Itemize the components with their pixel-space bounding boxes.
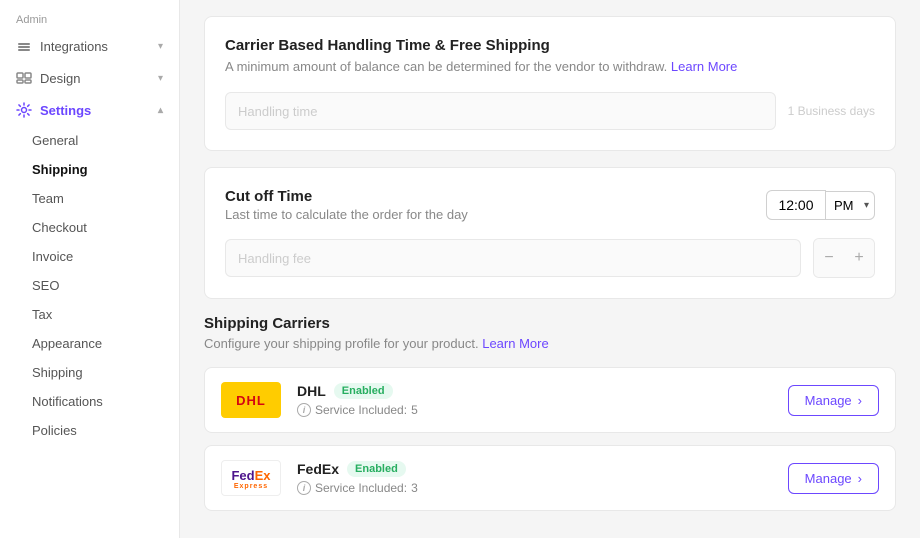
fee-minus-button[interactable]: − xyxy=(814,239,844,277)
fedex-name-row: FedEx Enabled xyxy=(297,461,772,477)
sidebar-item-appearance[interactable]: Appearance xyxy=(0,329,179,358)
fee-counter: − + xyxy=(813,238,875,278)
sidebar-item-design[interactable]: Design ▾ xyxy=(0,62,179,94)
dhl-service-info: i Service Included: 5 xyxy=(297,403,772,417)
chevron-right-icon-fedex: › xyxy=(858,471,862,486)
info-icon-dhl: i xyxy=(297,403,311,417)
sidebar-item-checkout[interactable]: Checkout xyxy=(0,213,179,242)
cutoff-info: Cut off Time Last time to calculate the … xyxy=(225,188,468,222)
sidebar-item-policies[interactable]: Policies xyxy=(0,416,179,445)
settings-submenu: General Shipping Team Checkout Invoice S… xyxy=(0,126,179,445)
fedex-name: FedEx xyxy=(297,461,339,477)
handling-time-hint: 1 Business days xyxy=(788,104,875,118)
sidebar-item-tax[interactable]: Tax xyxy=(0,300,179,329)
handling-time-input[interactable]: Handling time xyxy=(225,92,776,130)
dhl-manage-button[interactable]: Manage › xyxy=(788,385,879,416)
cutoff-section: Cut off Time Last time to calculate the … xyxy=(204,167,896,299)
fedex-manage-button[interactable]: Manage › xyxy=(788,463,879,494)
sidebar-item-design-label: Design xyxy=(40,71,80,86)
main-content: Carrier Based Handling Time & Free Shipp… xyxy=(180,0,920,538)
sidebar: Admin Integrations ▾ Design ▾ Settings ▴… xyxy=(0,0,180,538)
sidebar-item-shipping2[interactable]: Shipping xyxy=(0,358,179,387)
dhl-status-badge: Enabled xyxy=(334,383,393,399)
dhl-name-row: DHL Enabled xyxy=(297,383,772,399)
fedex-logo: FedEx Express xyxy=(221,460,281,496)
handling-fee-input[interactable]: Handling fee xyxy=(225,239,801,277)
sidebar-item-general[interactable]: General xyxy=(0,126,179,155)
sidebar-admin-label: Admin xyxy=(0,8,179,30)
dhl-logo: DHL xyxy=(221,382,281,418)
carriers-section: Shipping Carriers Configure your shippin… xyxy=(204,315,896,511)
time-selector: PM AM xyxy=(766,190,875,220)
cutoff-title: Cut off Time xyxy=(225,188,468,205)
fedex-status-badge: Enabled xyxy=(347,461,406,477)
handling-section: Carrier Based Handling Time & Free Shipp… xyxy=(204,16,896,151)
fee-plus-button[interactable]: + xyxy=(844,239,874,277)
fedex-service-info: i Service Included: 3 xyxy=(297,481,772,495)
handling-section-title: Carrier Based Handling Time & Free Shipp… xyxy=(225,37,875,54)
cutoff-row: Cut off Time Last time to calculate the … xyxy=(225,188,875,222)
carriers-desc: Configure your shipping profile for your… xyxy=(204,336,896,351)
chevron-down-icon-design: ▾ xyxy=(158,73,163,84)
chevron-right-icon-dhl: › xyxy=(858,393,862,408)
sidebar-item-settings-label: Settings xyxy=(40,103,91,118)
dhl-info: DHL Enabled i Service Included: 5 xyxy=(297,383,772,417)
fedex-info: FedEx Enabled i Service Included: 3 xyxy=(297,461,772,495)
sidebar-item-integrations-label: Integrations xyxy=(40,39,108,54)
cutoff-desc: Last time to calculate the order for the… xyxy=(225,207,468,222)
handling-section-desc: A minimum amount of balance can be deter… xyxy=(225,58,875,76)
handling-time-row: Handling time 1 Business days xyxy=(225,92,875,130)
sidebar-item-settings[interactable]: Settings ▴ xyxy=(0,94,179,126)
info-icon-fedex: i xyxy=(297,481,311,495)
carriers-title: Shipping Carriers xyxy=(204,315,896,332)
chevron-down-icon: ▾ xyxy=(158,41,163,52)
design-icon xyxy=(16,70,32,86)
handling-fee-row: Handling fee − + xyxy=(225,238,875,278)
chevron-up-icon-settings: ▴ xyxy=(158,105,163,116)
sidebar-item-notifications[interactable]: Notifications xyxy=(0,387,179,416)
sidebar-item-team[interactable]: Team xyxy=(0,184,179,213)
sidebar-item-seo[interactable]: SEO xyxy=(0,271,179,300)
settings-icon xyxy=(16,102,32,118)
layers-icon xyxy=(16,38,32,54)
carriers-learn-more-link[interactable]: Learn More xyxy=(482,336,548,351)
carrier-item-dhl: DHL DHL Enabled i Service Included: 5 Ma… xyxy=(204,367,896,433)
sidebar-item-integrations[interactable]: Integrations ▾ xyxy=(0,30,179,62)
ampm-select[interactable]: PM AM xyxy=(826,191,875,220)
handling-learn-more-link[interactable]: Learn More xyxy=(671,59,737,74)
sidebar-item-invoice[interactable]: Invoice xyxy=(0,242,179,271)
dhl-name: DHL xyxy=(297,383,326,399)
carrier-item-fedex: FedEx Express FedEx Enabled i Service In… xyxy=(204,445,896,511)
sidebar-item-shipping[interactable]: Shipping xyxy=(0,155,179,184)
time-input[interactable] xyxy=(766,190,826,220)
ampm-wrapper: PM AM xyxy=(826,191,875,220)
